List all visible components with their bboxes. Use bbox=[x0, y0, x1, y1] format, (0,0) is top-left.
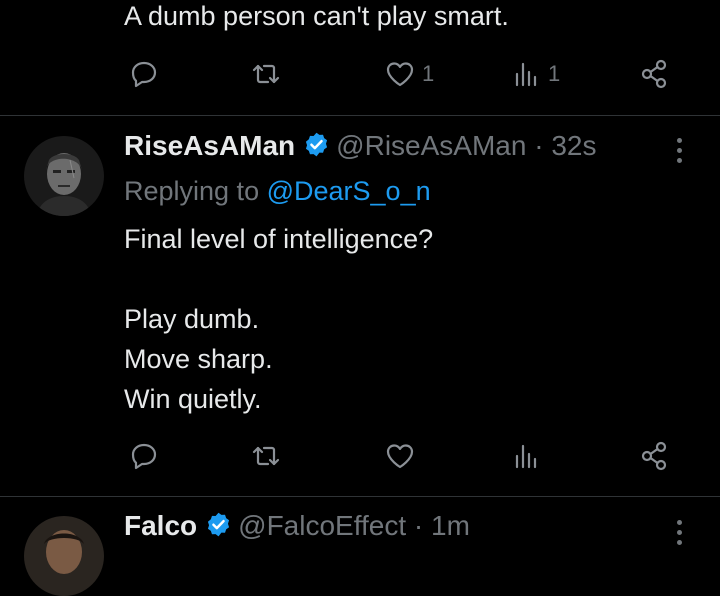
like-button[interactable]: 1 bbox=[384, 58, 434, 90]
retweet-icon bbox=[252, 64, 280, 84]
retweet-button[interactable] bbox=[250, 58, 282, 90]
replying-to: Replying to @DearS_o_n bbox=[124, 176, 431, 207]
tweet-header: Falco @FalcoEffect · 1m bbox=[124, 510, 470, 542]
like-count: 1 bbox=[422, 61, 435, 86]
handle-and-time[interactable]: @FalcoEffect · 1m bbox=[238, 510, 470, 541]
share-button[interactable] bbox=[638, 440, 670, 472]
tweet-line: Final level of intelligence? bbox=[124, 224, 434, 254]
views-icon bbox=[515, 444, 537, 469]
tweet-line: Win quietly. bbox=[124, 384, 262, 414]
avatar[interactable] bbox=[24, 516, 104, 596]
tweet-line: Play dumb. bbox=[124, 304, 260, 334]
like-icon bbox=[386, 444, 414, 469]
handle-and-time[interactable]: @RiseAsAMan · 32s bbox=[336, 130, 596, 161]
views-button[interactable] bbox=[510, 440, 542, 472]
reply-icon bbox=[131, 61, 157, 88]
tweet-divider bbox=[0, 496, 720, 497]
tweet-line bbox=[124, 259, 433, 299]
avatar-image bbox=[24, 516, 104, 596]
tweet-line: Move sharp. bbox=[124, 344, 273, 374]
avatar-image bbox=[24, 136, 104, 216]
verified-badge-icon bbox=[306, 132, 328, 157]
tweet-divider bbox=[0, 115, 720, 116]
more-icon bbox=[676, 138, 684, 163]
reply-button[interactable] bbox=[128, 440, 160, 472]
more-button[interactable] bbox=[676, 520, 684, 550]
share-icon bbox=[641, 441, 667, 471]
tweet-header: RiseAsAMan @RiseAsAMan · 32s bbox=[124, 130, 596, 162]
like-button[interactable] bbox=[384, 440, 416, 472]
more-button[interactable] bbox=[676, 138, 684, 168]
verified-badge-icon bbox=[208, 512, 230, 537]
reply-icon bbox=[131, 443, 157, 470]
replying-prefix: Replying to bbox=[124, 176, 267, 206]
reply-button[interactable] bbox=[128, 58, 160, 90]
tweet-text: Final level of intelligence? Play dumb. … bbox=[124, 219, 433, 419]
views-count: 1 bbox=[548, 61, 561, 86]
views-icon bbox=[515, 62, 537, 87]
retweet-icon bbox=[252, 446, 280, 466]
tweet-text: A dumb person can't play smart. bbox=[124, 1, 509, 31]
share-button[interactable] bbox=[638, 58, 670, 90]
display-name[interactable]: Falco bbox=[124, 510, 197, 541]
like-icon bbox=[386, 62, 414, 87]
display-name[interactable]: RiseAsAMan bbox=[124, 130, 295, 161]
retweet-button[interactable] bbox=[250, 440, 282, 472]
more-icon bbox=[676, 520, 684, 545]
avatar[interactable] bbox=[24, 136, 104, 216]
views-button[interactable]: 1 bbox=[510, 58, 560, 90]
replying-to-mention[interactable]: @DearS_o_n bbox=[267, 176, 431, 206]
share-icon bbox=[641, 59, 667, 89]
